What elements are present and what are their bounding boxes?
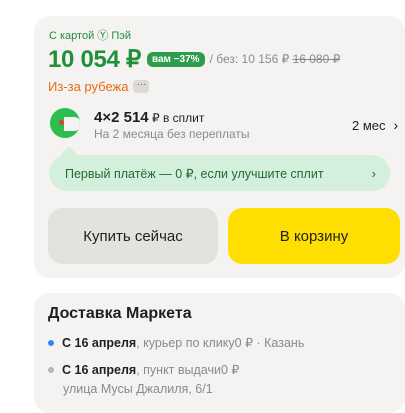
- old-price: / без: 10 156 ₽ 16 080 ₽: [210, 52, 341, 66]
- chevron-right-icon: ›: [393, 117, 399, 133]
- delivery-option-courier[interactable]: С 16 апреля , курьер по клику 0 ₽ · Каза…: [48, 335, 304, 350]
- origin-row: Из-за рубежа ···: [48, 79, 150, 94]
- current-price: 10 054 ₽: [48, 45, 141, 73]
- origin-label: Из-за рубежа: [48, 79, 129, 94]
- delivery-option-pickup[interactable]: С 16 апреля , пункт выдачи 0 ₽: [48, 362, 239, 377]
- courier-details: , курьер по клику: [136, 335, 235, 350]
- price-row: 10 054 ₽ вам −37% / без: 10 156 ₽ 16 080…: [48, 44, 340, 74]
- pickup-address: улица Мусы Джалиля, 6/1: [63, 382, 213, 396]
- pickup-bullet-icon: [48, 366, 54, 373]
- split-subtitle: На 2 месяца без переплаты: [94, 127, 250, 141]
- split-logo-icon: [50, 108, 80, 138]
- split-amount-value: 4×2 514: [94, 109, 149, 126]
- add-to-cart-button[interactable]: В корзину: [228, 208, 400, 264]
- pickup-details: , пункт выдачи: [136, 362, 221, 377]
- promo-text: Первый платёж — 0 ₽, если улучшите сплит: [65, 166, 324, 181]
- old-price-crossed: 16 080 ₽: [292, 52, 341, 66]
- pickup-date: С 16 апреля: [62, 362, 137, 377]
- split-term-selector[interactable]: 2 мес ›: [352, 117, 398, 133]
- pickup-price: 0 ₽: [220, 363, 240, 377]
- pay-card-caption: С картой Ⓨ Пэй: [49, 30, 132, 42]
- courier-date: С 16 апреля: [62, 335, 137, 350]
- split-amount-suffix: ₽ в сплит: [148, 111, 205, 125]
- chevron-right-icon: ›: [371, 165, 376, 181]
- more-info-button[interactable]: ···: [133, 80, 150, 93]
- split-term-label: 2 мес: [352, 117, 386, 133]
- split-upgrade-promo[interactable]: Первый платёж — 0 ₽, если улучшите сплит…: [49, 155, 390, 191]
- discount-badge: вам −37%: [146, 51, 205, 67]
- courier-bullet-icon: [48, 339, 54, 346]
- old-price-prefix: / без: 10 156 ₽: [209, 52, 290, 66]
- split-amount: 4×2 514 ₽ в сплит: [94, 109, 204, 126]
- delivery-title: Доставка Маркета: [48, 305, 192, 322]
- buy-now-button[interactable]: Купить сейчас: [48, 208, 218, 264]
- courier-price: 0 ₽ · Казань: [234, 336, 305, 350]
